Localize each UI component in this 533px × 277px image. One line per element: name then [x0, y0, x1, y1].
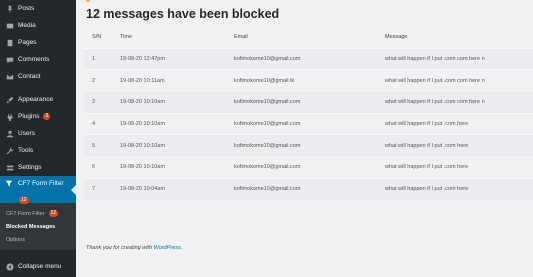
- sidebar-item-cf7-form-filter[interactable]: CF7 Form Filter 12: [0, 176, 76, 204]
- comments-icon: [5, 55, 14, 64]
- sidebar-item-label: Tools: [18, 147, 34, 154]
- cell-message: what will happen if I put .com com here …: [385, 69, 533, 92]
- sidebar-item-plugins[interactable]: Plugins 2: [0, 108, 76, 125]
- sidebar-item-label: Plugins: [18, 113, 40, 120]
- sidebar-item-appearance[interactable]: Appearance: [0, 91, 76, 108]
- footer-text: Thank you for creating with: [86, 245, 154, 251]
- sidebar-item-label: Users: [18, 130, 35, 137]
- wrench-icon: [5, 146, 14, 155]
- cell-sn: 4: [84, 112, 120, 135]
- wordpress-link[interactable]: WordPress: [154, 245, 181, 251]
- collapse-icon: [5, 262, 14, 271]
- users-icon: [5, 129, 14, 138]
- admin-footer: Thank you for creating with WordPress.: [86, 245, 182, 251]
- submenu-item-label: Options: [6, 236, 25, 243]
- sidebar-item-users[interactable]: Users: [0, 125, 76, 142]
- cell-sn: 5: [84, 134, 120, 157]
- column-header-time: Time: [120, 33, 133, 40]
- sidebar-item-label: Settings: [18, 164, 42, 171]
- submenu-item-cf7-form-filter[interactable]: CF7 Form Filter 12: [0, 207, 76, 220]
- sidebar-item-label: Pages: [18, 39, 37, 46]
- admin-menu: Posts Media Pages Comments Contact Appearance…: [0, 0, 76, 176]
- cell-time: 19-08-20 10:04am: [120, 177, 234, 200]
- submenu-item-label: CF7 Form Filter: [6, 210, 45, 217]
- cell-message: what will happen if I put .com com here …: [385, 90, 533, 114]
- column-header-sn: S/N: [92, 33, 102, 40]
- settings-icon: [5, 163, 14, 172]
- sidebar-item-label: CF7 Form Filter: [18, 180, 64, 187]
- cell-email: kofimokome10@gmail.com: [234, 47, 385, 70]
- table-row: 3 19-08-20 10:10am kofimokome10@gmail.com w…: [84, 90, 533, 114]
- sidebar-item-posts[interactable]: Posts: [0, 0, 76, 17]
- cell-message: what will happen if I put .com here: [385, 112, 533, 135]
- footer-end: .: [180, 245, 183, 251]
- submenu: CF7 Form Filter 12 Blocked Messages Opti…: [0, 203, 76, 250]
- table-row: 6 19-08-20 10:10am kofimokome10@gmail.com w…: [84, 155, 533, 179]
- notification-badge: 12: [48, 210, 59, 217]
- cell-email: kofimokome10@gmail.com: [234, 134, 385, 157]
- table-row: 5 19-08-20 10:10am kofimokome10@gmail.com w…: [84, 134, 533, 157]
- sidebar-item-label: Contact: [18, 73, 41, 80]
- cell-time: 19-08-20 10:10am: [120, 90, 234, 114]
- cell-sn: 3: [84, 90, 120, 114]
- sidebar-item-label: Comments: [18, 56, 50, 63]
- blocked-messages-table: S/N Time Email Message 1 19-08-20 12:47pm…: [84, 26, 533, 200]
- cell-email: kofimokome10@gmail.com: [234, 90, 385, 114]
- cell-email: kofimokome10@gmail.com: [234, 112, 385, 135]
- cf7-icon: [5, 179, 14, 188]
- cell-time: 19-08-20 10:11am: [120, 69, 234, 92]
- sidebar-item-settings[interactable]: Settings: [0, 159, 76, 176]
- paintbrush-icon: [5, 95, 14, 104]
- sidebar-item-label: Posts: [18, 5, 35, 12]
- table-row: 2 19-08-20 10:11am kofimokome10@gmail.tk wh…: [84, 69, 533, 92]
- page-title: 12 messages have been blocked: [86, 7, 280, 21]
- cell-message: what will happen if I put .com here: [385, 155, 533, 179]
- cell-time: 19-08-20 10:10am: [120, 155, 234, 179]
- media-icon: [5, 21, 14, 30]
- submenu-item-options[interactable]: Options: [0, 233, 76, 246]
- table-row: 1 19-08-20 12:47pm kofimokome10@gmail.com w…: [84, 47, 533, 70]
- sidebar-item-tools[interactable]: Tools: [0, 142, 76, 159]
- admin-sidebar: Posts Media Pages Comments Contact Appearance…: [0, 0, 76, 277]
- cell-sn: 1: [84, 47, 120, 70]
- sidebar-item-label: Media: [18, 22, 36, 29]
- cell-email: kofimokome10@gmail.com: [234, 155, 385, 179]
- collapse-menu-label: Collapse menu: [18, 263, 62, 270]
- table-row: 4 19-08-20 10:10am kofimokome10@gmail.com w…: [84, 112, 533, 135]
- cell-sn: 7: [84, 177, 120, 200]
- column-header-message: Message: [385, 33, 408, 40]
- cell-email: kofimokome10@gmail.com: [234, 177, 385, 200]
- submenu-item-blocked-messages[interactable]: Blocked Messages: [0, 220, 76, 233]
- column-header-email: Email: [234, 33, 248, 40]
- cell-sn: 2: [84, 69, 120, 92]
- cell-message: what will happen if I put .com here: [385, 177, 533, 200]
- main-content: 12 messages have been blocked S/N Time E…: [76, 0, 533, 277]
- plugin-icon: [5, 112, 14, 121]
- cell-time: 19-08-20 10:10am: [120, 134, 234, 157]
- cell-email: kofimokome10@gmail.tk: [234, 69, 385, 92]
- cell-time: 19-08-20 12:47pm: [120, 47, 234, 70]
- pin-icon: [5, 4, 14, 13]
- cell-message: what will happen if I put .com here: [385, 134, 533, 157]
- sidebar-item-pages[interactable]: Pages: [0, 34, 76, 51]
- notification-badge: 12: [19, 197, 29, 204]
- sidebar-item-comments[interactable]: Comments: [0, 51, 76, 68]
- cell-message: what will happen if I put .com com here …: [385, 47, 533, 70]
- sidebar-item-label: Appearance: [18, 96, 54, 103]
- notice-accent: [86, 0, 90, 2]
- sidebar-item-media[interactable]: Media: [0, 17, 76, 34]
- pages-icon: [5, 38, 14, 47]
- envelope-icon: [5, 72, 14, 81]
- notification-badge: 2: [43, 113, 51, 120]
- sidebar-item-contact[interactable]: Contact: [0, 68, 76, 85]
- table-header-row: S/N Time Email Message: [84, 26, 533, 48]
- table-row: 7 19-08-20 10:04am kofimokome10@gmail.com w…: [84, 177, 533, 200]
- submenu-item-label: Blocked Messages: [6, 223, 56, 230]
- cell-time: 19-08-20 10:10am: [120, 112, 234, 135]
- cell-sn: 6: [84, 155, 120, 179]
- collapse-menu-button[interactable]: Collapse menu: [0, 258, 76, 275]
